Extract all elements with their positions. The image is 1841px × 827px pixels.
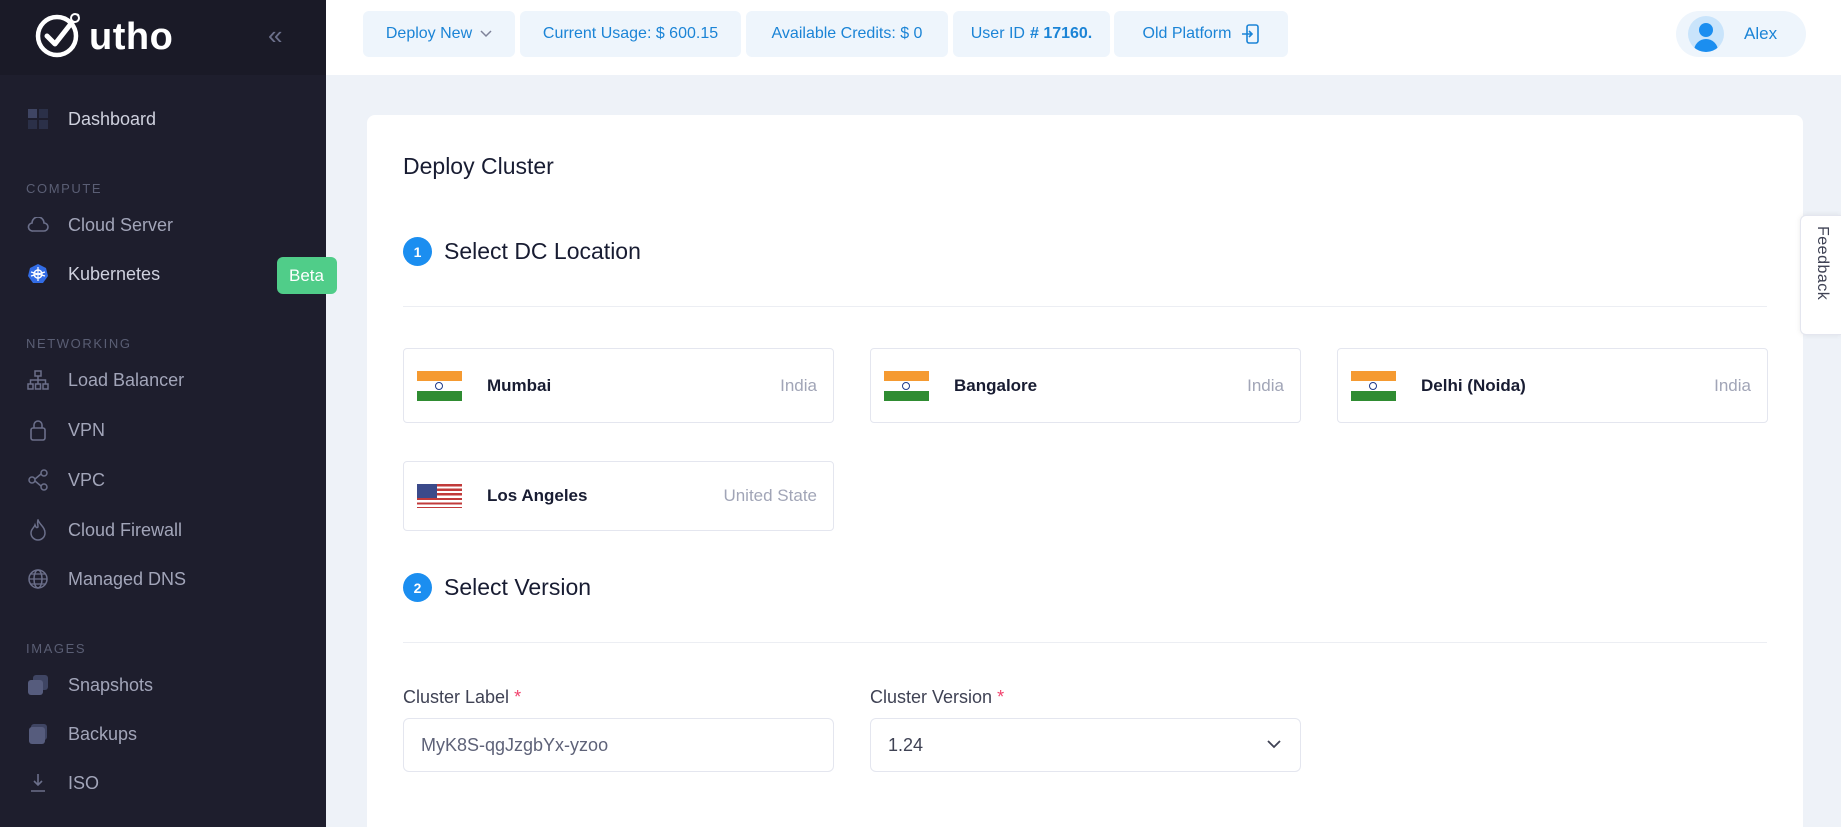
step-label: Select Version <box>444 574 592 600</box>
brand-header: utho « <box>0 0 326 75</box>
location-city: Los Angeles <box>487 486 588 505</box>
globe-icon <box>26 567 50 591</box>
old-platform-button[interactable]: Old Platform <box>1114 11 1288 57</box>
step-select-version: 2 Select Version <box>403 573 591 602</box>
logo-icon[interactable] <box>33 10 83 65</box>
current-usage-text: Current Usage: $ 600.15 <box>542 25 719 42</box>
india-flag-icon <box>884 370 929 401</box>
deploy-new-button[interactable]: Deploy New <box>363 11 515 57</box>
sidebar-item-vpn[interactable]: VPN <box>26 415 105 445</box>
deploy-cluster-card: Deploy Cluster 1 Select DC Location Mumb… <box>367 115 1803 827</box>
sidebar-item-snapshots[interactable]: Snapshots <box>26 670 153 700</box>
cloud-icon <box>26 213 50 237</box>
sidebar-item-label: ISO <box>68 772 100 793</box>
chevron-down-icon <box>480 30 492 38</box>
sidebar-item-label: Dashboard <box>68 108 157 129</box>
sidebar-item-label: Kubernetes <box>68 263 161 284</box>
sidebar-item-label: Cloud Firewall <box>68 519 183 540</box>
sidebar-item-backups[interactable]: Backups <box>26 719 137 749</box>
exit-icon <box>1241 24 1260 44</box>
location-card-bangalore[interactable]: Bangalore India <box>870 348 1301 423</box>
step-select-dc-location: 1 Select DC Location <box>403 237 641 266</box>
step-number: 1 <box>403 237 432 266</box>
india-flag-icon <box>1351 370 1396 401</box>
location-city: Delhi (Noida) <box>1421 375 1526 395</box>
section-images: IMAGES <box>26 641 87 656</box>
kubernetes-icon <box>26 262 50 286</box>
cluster-version-select[interactable]: 1.24 <box>870 718 1301 772</box>
required-marker: * <box>997 687 1005 707</box>
sidebar-item-cloud-firewall[interactable]: Cloud Firewall <box>26 515 182 545</box>
sidebar-item-label: VPN <box>68 419 106 440</box>
sidebar-item-load-balancer[interactable]: Load Balancer <box>26 365 184 395</box>
deploy-new-label: Deploy New <box>385 25 473 42</box>
sidebar-item-label: Load Balancer <box>68 369 185 390</box>
beta-badge: Beta <box>277 257 337 294</box>
sidebar-item-label: Snapshots <box>68 674 154 695</box>
sidebar-item-cloud-server[interactable]: Cloud Server <box>26 210 173 240</box>
sidebar-item-label: Backups <box>68 723 138 744</box>
divider <box>403 642 1767 643</box>
usa-flag-icon <box>417 484 462 508</box>
location-city: Bangalore <box>954 375 1038 395</box>
page-title: Deploy Cluster <box>403 153 554 179</box>
chevron-down-icon <box>1266 736 1282 757</box>
section-networking: NETWORKING <box>26 336 132 351</box>
iso-icon <box>26 771 50 795</box>
sidebar-item-dashboard[interactable]: Dashboard <box>26 104 156 134</box>
collapse-sidebar-icon[interactable]: « <box>268 22 282 48</box>
location-country: United State <box>723 486 817 505</box>
snapshots-icon <box>26 673 50 697</box>
feedback-tab[interactable]: Feedback <box>1800 215 1841 335</box>
brand-name[interactable]: utho <box>89 16 173 59</box>
sidebar-item-managed-dns[interactable]: Managed DNS <box>26 564 186 594</box>
step-label: Select DC Location <box>444 238 641 264</box>
location-card-los-angeles[interactable]: Los Angeles United State <box>403 461 834 531</box>
cluster-label-input[interactable]: MyK8S-qgJzgbYx-yzoo <box>403 718 834 772</box>
divider <box>403 306 1767 307</box>
available-credits-text: Available Credits: $ 0 <box>771 25 923 42</box>
required-marker: * <box>514 687 522 707</box>
old-platform-label: Old Platform <box>1142 25 1232 42</box>
section-compute: COMPUTE <box>26 181 103 196</box>
sidebar: utho « Dashboard COMPUTE Cloud Server Ku… <box>0 0 326 827</box>
cluster-version-label: Cluster Version * <box>870 687 1004 708</box>
location-country: India <box>780 375 817 395</box>
location-country: India <box>1247 375 1284 395</box>
avatar <box>1688 16 1724 52</box>
sidebar-item-iso[interactable]: ISO <box>26 768 99 798</box>
flame-icon <box>26 518 50 542</box>
location-country: India <box>1714 375 1751 395</box>
step-number: 2 <box>403 573 432 602</box>
cluster-version-value: 1.24 <box>888 734 924 755</box>
location-card-delhi-noida[interactable]: Delhi (Noida) India <box>1337 348 1768 423</box>
load-balancer-icon <box>26 368 50 392</box>
share-nodes-icon <box>26 468 50 492</box>
cluster-label-label: Cluster Label * <box>403 687 521 708</box>
user-id-value: # 17160. <box>1029 25 1093 42</box>
current-usage-badge[interactable]: Current Usage: $ 600.15 <box>520 11 741 57</box>
location-card-mumbai[interactable]: Mumbai India <box>403 348 834 423</box>
sidebar-item-label: Managed DNS <box>68 568 187 589</box>
feedback-label: Feedback <box>1814 226 1831 301</box>
india-flag-icon <box>417 370 462 401</box>
field-label-text: Cluster Label <box>403 687 510 707</box>
user-menu[interactable]: Alex <box>1676 11 1806 57</box>
cluster-label-value: MyK8S-qgJzgbYx-yzoo <box>421 734 609 755</box>
sidebar-item-label: Cloud Server <box>68 214 174 235</box>
lock-icon <box>26 418 50 442</box>
user-id-badge[interactable]: User ID # 17160. <box>953 11 1110 57</box>
field-label-text: Cluster Version <box>870 687 993 707</box>
sidebar-item-vpc[interactable]: VPC <box>26 465 105 495</box>
user-name: Alex <box>1744 24 1778 43</box>
available-credits-badge[interactable]: Available Credits: $ 0 <box>746 11 948 57</box>
dashboard-icon <box>26 107 50 131</box>
sidebar-item-kubernetes[interactable]: Kubernetes <box>26 259 160 289</box>
backups-icon <box>26 722 50 746</box>
location-city: Mumbai <box>487 375 552 395</box>
sidebar-item-label: VPC <box>68 469 106 490</box>
user-id-label: User ID <box>970 25 1025 42</box>
